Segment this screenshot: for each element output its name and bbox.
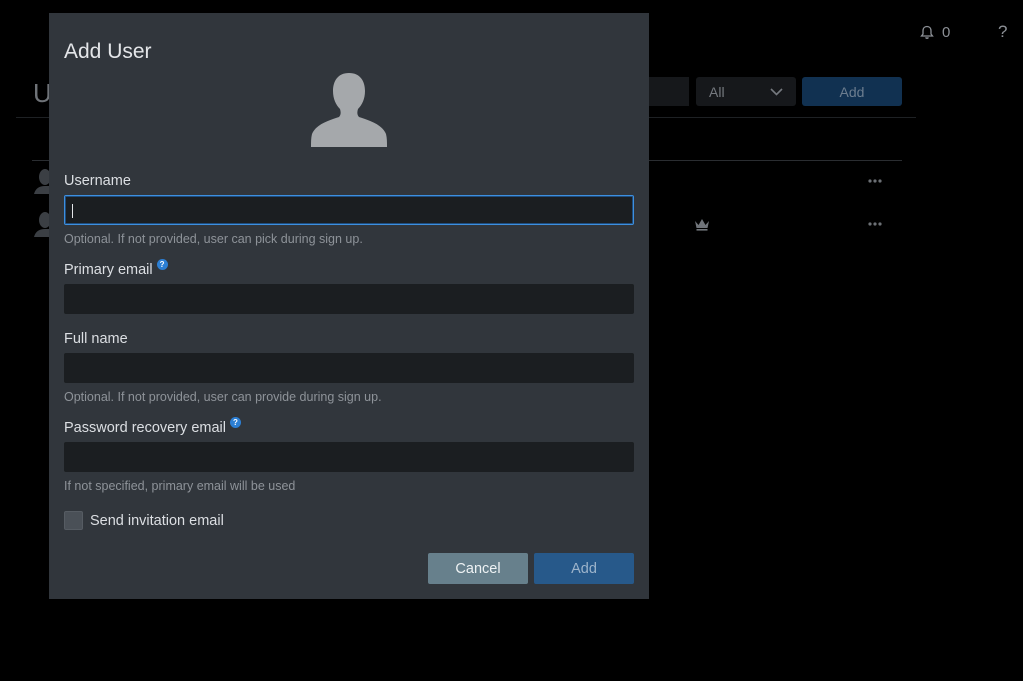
- send-invitation-row[interactable]: Send invitation email: [64, 511, 224, 530]
- add-button[interactable]: Add: [534, 553, 634, 584]
- add-user-dialog: Add User Username Optional. If not provi…: [49, 13, 649, 599]
- primary-email-input[interactable]: [64, 284, 634, 314]
- bell-icon: [920, 25, 934, 39]
- username-hint: Optional. If not provided, user can pick…: [64, 232, 363, 246]
- filter-select[interactable]: All: [696, 77, 796, 106]
- user-silhouette-icon: [311, 73, 387, 147]
- user-avatar-icon: [34, 212, 50, 237]
- primary-email-label: Primary email ?: [64, 259, 634, 278]
- send-invitation-checkbox[interactable]: [64, 511, 83, 530]
- info-circle-icon[interactable]: ?: [156, 259, 168, 270]
- add-user-button[interactable]: Add: [802, 77, 902, 106]
- notifications-indicator[interactable]: 0: [920, 24, 950, 41]
- cancel-button[interactable]: Cancel: [428, 553, 528, 584]
- recovery-email-hint: If not specified, primary email will be …: [64, 479, 296, 493]
- recovery-email-label: Password recovery email ?: [64, 417, 634, 436]
- info-circle-icon[interactable]: ?: [229, 417, 241, 428]
- username-field-group: Username Optional. If not provided, user…: [64, 173, 634, 246]
- help-button[interactable]: ?: [998, 22, 1007, 42]
- username-input[interactable]: [64, 195, 634, 225]
- filter-select-value: All: [709, 83, 725, 100]
- full-name-hint: Optional. If not provided, user can prov…: [64, 390, 382, 404]
- crown-icon: [695, 219, 709, 231]
- primary-email-field-group: Primary email ?: [64, 259, 634, 314]
- username-label: Username: [64, 173, 131, 189]
- text-caret: [72, 204, 73, 218]
- row-actions-ellipsis-icon[interactable]: [867, 221, 883, 227]
- full-name-label: Full name: [64, 331, 128, 347]
- send-invitation-label[interactable]: Send invitation email: [90, 513, 224, 529]
- row-actions-ellipsis-icon[interactable]: [867, 178, 883, 184]
- full-name-input[interactable]: [64, 353, 634, 383]
- full-name-field-group: Full name Optional. If not provided, use…: [64, 331, 634, 404]
- chevron-down-icon: [770, 87, 783, 96]
- notifications-count: 0: [942, 24, 951, 41]
- user-avatar-icon: [34, 169, 50, 194]
- dialog-title: Add User: [64, 40, 152, 63]
- recovery-email-input[interactable]: [64, 442, 634, 472]
- recovery-email-field-group: Password recovery email ? If not specifi…: [64, 417, 634, 493]
